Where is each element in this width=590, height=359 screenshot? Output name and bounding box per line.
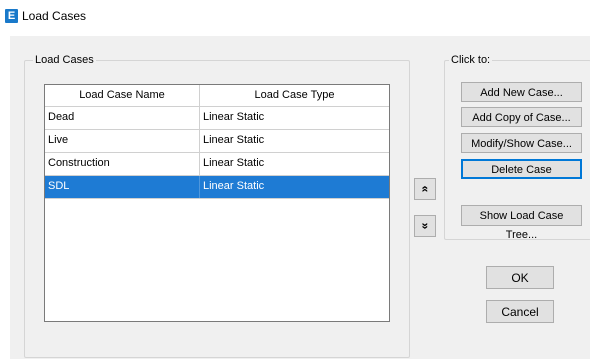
click-to-group-label: Click to: <box>449 53 493 67</box>
column-header-name[interactable]: Load Case Name <box>45 85 200 106</box>
ok-button[interactable]: OK <box>486 266 554 289</box>
add-copy-of-case-button[interactable]: Add Copy of Case... <box>461 107 582 127</box>
cancel-button[interactable]: Cancel <box>486 300 554 323</box>
load-cases-table[interactable]: Load Case Name Load Case Type Dead Linea… <box>44 84 390 322</box>
show-load-case-tree-button[interactable]: Show Load Case Tree... <box>461 205 582 241</box>
double-chevron-down-icon: » <box>418 222 432 230</box>
case-type-cell[interactable]: Linear Static <box>200 153 389 175</box>
move-down-button[interactable]: » <box>414 215 436 237</box>
dialog-client-area: Load Cases Load Case Name Load Case Type… <box>10 36 590 359</box>
add-new-case-button[interactable]: Add New Case... <box>461 82 582 102</box>
column-header-type[interactable]: Load Case Type <box>200 85 389 106</box>
table-row[interactable]: Live Linear Static <box>45 130 389 153</box>
case-name-cell[interactable]: SDL <box>45 176 200 198</box>
case-type-cell[interactable]: Linear Static <box>200 107 389 129</box>
delete-case-button[interactable]: Delete Case <box>461 159 582 179</box>
window-title: Load Cases <box>22 9 87 23</box>
table-row-selected[interactable]: SDL Linear Static <box>45 176 389 199</box>
double-chevron-up-icon: « <box>418 185 432 193</box>
load-cases-group-label: Load Cases <box>33 53 96 67</box>
move-up-button[interactable]: « <box>414 178 436 200</box>
case-name-cell[interactable]: Dead <box>45 107 200 129</box>
case-name-cell[interactable]: Live <box>45 130 200 152</box>
modify-show-case-button[interactable]: Modify/Show Case... <box>461 133 582 153</box>
title-bar: E Load Cases <box>0 0 590 32</box>
table-row[interactable]: Construction Linear Static <box>45 153 389 176</box>
table-row[interactable]: Dead Linear Static <box>45 107 389 130</box>
case-name-cell[interactable]: Construction <box>45 153 200 175</box>
table-header: Load Case Name Load Case Type <box>45 85 389 107</box>
case-type-cell[interactable]: Linear Static <box>200 176 389 198</box>
etabs-app-icon: E <box>5 9 18 23</box>
case-type-cell[interactable]: Linear Static <box>200 130 389 152</box>
